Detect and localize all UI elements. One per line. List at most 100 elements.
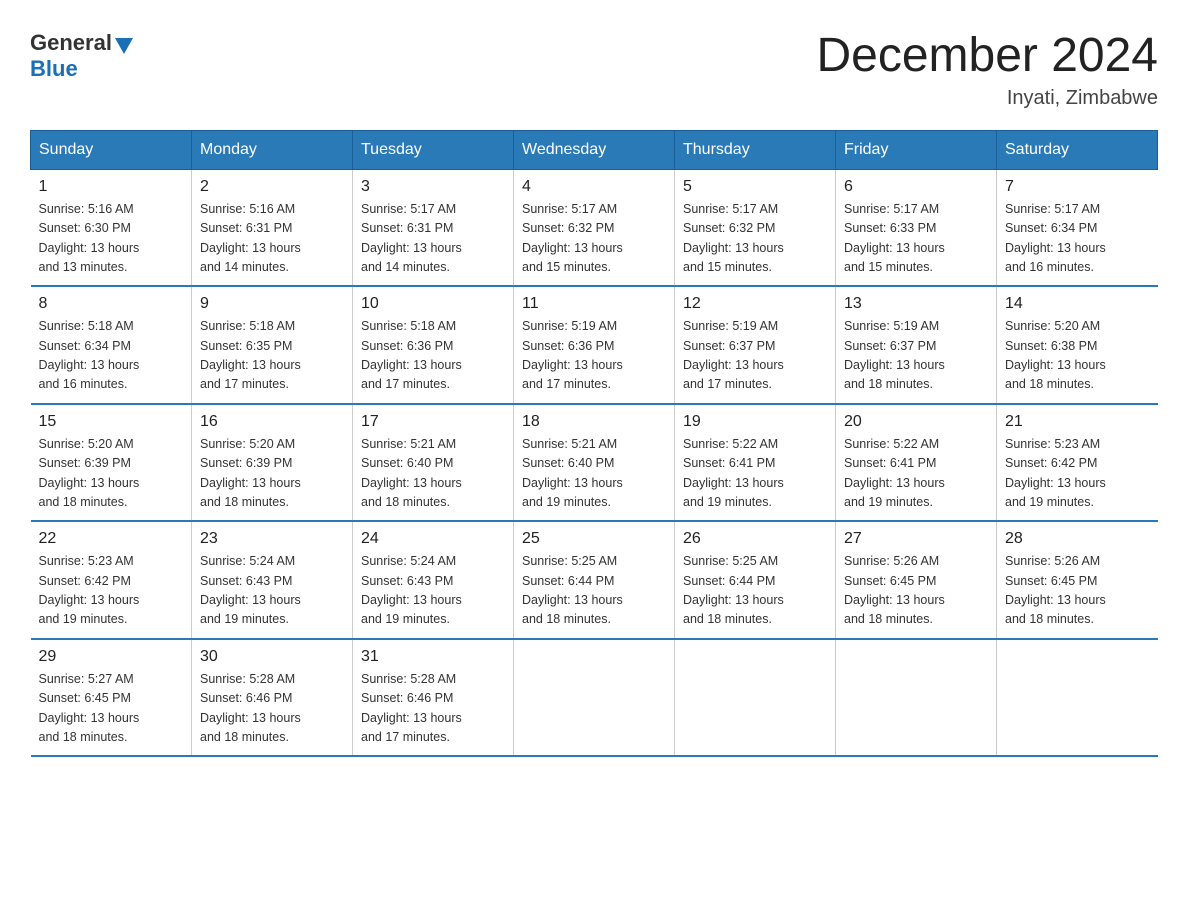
calendar-day-cell: 30 Sunrise: 5:28 AM Sunset: 6:46 PM Dayl… [192, 639, 353, 757]
day-number: 20 [844, 413, 988, 431]
day-number: 19 [683, 413, 827, 431]
calendar-day-cell: 12 Sunrise: 5:19 AM Sunset: 6:37 PM Dayl… [675, 286, 836, 404]
day-info: Sunrise: 5:20 AM Sunset: 6:39 PM Dayligh… [39, 435, 184, 513]
month-title: December 2024 [816, 30, 1158, 83]
calendar-day-cell: 4 Sunrise: 5:17 AM Sunset: 6:32 PM Dayli… [514, 169, 675, 286]
day-number: 11 [522, 295, 666, 313]
calendar-day-cell: 27 Sunrise: 5:26 AM Sunset: 6:45 PM Dayl… [836, 521, 997, 639]
calendar-day-cell: 31 Sunrise: 5:28 AM Sunset: 6:46 PM Dayl… [353, 639, 514, 757]
calendar-day-cell: 1 Sunrise: 5:16 AM Sunset: 6:30 PM Dayli… [31, 169, 192, 286]
day-info: Sunrise: 5:26 AM Sunset: 6:45 PM Dayligh… [844, 552, 988, 630]
calendar-body: 1 Sunrise: 5:16 AM Sunset: 6:30 PM Dayli… [31, 169, 1158, 756]
day-info: Sunrise: 5:19 AM Sunset: 6:37 PM Dayligh… [683, 317, 827, 395]
day-number: 3 [361, 178, 505, 196]
day-info: Sunrise: 5:16 AM Sunset: 6:31 PM Dayligh… [200, 200, 344, 278]
calendar-day-cell: 10 Sunrise: 5:18 AM Sunset: 6:36 PM Dayl… [353, 286, 514, 404]
calendar-day-cell: 2 Sunrise: 5:16 AM Sunset: 6:31 PM Dayli… [192, 169, 353, 286]
calendar-week-row: 1 Sunrise: 5:16 AM Sunset: 6:30 PM Dayli… [31, 169, 1158, 286]
day-info: Sunrise: 5:26 AM Sunset: 6:45 PM Dayligh… [1005, 552, 1150, 630]
day-number: 31 [361, 648, 505, 666]
calendar-day-cell: 16 Sunrise: 5:20 AM Sunset: 6:39 PM Dayl… [192, 404, 353, 522]
day-info: Sunrise: 5:22 AM Sunset: 6:41 PM Dayligh… [844, 435, 988, 513]
calendar-day-cell: 17 Sunrise: 5:21 AM Sunset: 6:40 PM Dayl… [353, 404, 514, 522]
day-info: Sunrise: 5:28 AM Sunset: 6:46 PM Dayligh… [361, 670, 505, 748]
day-info: Sunrise: 5:19 AM Sunset: 6:37 PM Dayligh… [844, 317, 988, 395]
day-number: 27 [844, 530, 988, 548]
day-info: Sunrise: 5:21 AM Sunset: 6:40 PM Dayligh… [522, 435, 666, 513]
day-info: Sunrise: 5:28 AM Sunset: 6:46 PM Dayligh… [200, 670, 344, 748]
calendar-day-cell [836, 639, 997, 757]
calendar-day-cell: 20 Sunrise: 5:22 AM Sunset: 6:41 PM Dayl… [836, 404, 997, 522]
day-info: Sunrise: 5:23 AM Sunset: 6:42 PM Dayligh… [39, 552, 184, 630]
calendar-table: Sunday Monday Tuesday Wednesday Thursday… [30, 130, 1158, 758]
header-thursday: Thursday [675, 130, 836, 169]
calendar-day-cell: 13 Sunrise: 5:19 AM Sunset: 6:37 PM Dayl… [836, 286, 997, 404]
header-sunday: Sunday [31, 130, 192, 169]
calendar-day-cell: 6 Sunrise: 5:17 AM Sunset: 6:33 PM Dayli… [836, 169, 997, 286]
day-info: Sunrise: 5:25 AM Sunset: 6:44 PM Dayligh… [522, 552, 666, 630]
day-info: Sunrise: 5:17 AM Sunset: 6:34 PM Dayligh… [1005, 200, 1150, 278]
calendar-day-cell [675, 639, 836, 757]
calendar-day-cell: 11 Sunrise: 5:19 AM Sunset: 6:36 PM Dayl… [514, 286, 675, 404]
day-number: 25 [522, 530, 666, 548]
day-number: 30 [200, 648, 344, 666]
logo: General Blue [30, 30, 133, 82]
day-number: 7 [1005, 178, 1150, 196]
calendar-day-cell: 22 Sunrise: 5:23 AM Sunset: 6:42 PM Dayl… [31, 521, 192, 639]
header-wednesday: Wednesday [514, 130, 675, 169]
day-number: 8 [39, 295, 184, 313]
day-info: Sunrise: 5:17 AM Sunset: 6:33 PM Dayligh… [844, 200, 988, 278]
day-number: 24 [361, 530, 505, 548]
day-info: Sunrise: 5:17 AM Sunset: 6:32 PM Dayligh… [683, 200, 827, 278]
day-number: 22 [39, 530, 184, 548]
day-number: 4 [522, 178, 666, 196]
day-info: Sunrise: 5:21 AM Sunset: 6:40 PM Dayligh… [361, 435, 505, 513]
day-number: 29 [39, 648, 184, 666]
logo-blue-text: Blue [30, 56, 78, 81]
calendar-day-cell: 15 Sunrise: 5:20 AM Sunset: 6:39 PM Dayl… [31, 404, 192, 522]
calendar-day-cell: 21 Sunrise: 5:23 AM Sunset: 6:42 PM Dayl… [997, 404, 1158, 522]
calendar-day-cell: 26 Sunrise: 5:25 AM Sunset: 6:44 PM Dayl… [675, 521, 836, 639]
calendar-day-cell: 23 Sunrise: 5:24 AM Sunset: 6:43 PM Dayl… [192, 521, 353, 639]
day-number: 13 [844, 295, 988, 313]
calendar-day-cell: 14 Sunrise: 5:20 AM Sunset: 6:38 PM Dayl… [997, 286, 1158, 404]
day-info: Sunrise: 5:17 AM Sunset: 6:31 PM Dayligh… [361, 200, 505, 278]
day-number: 17 [361, 413, 505, 431]
calendar-day-cell: 19 Sunrise: 5:22 AM Sunset: 6:41 PM Dayl… [675, 404, 836, 522]
day-info: Sunrise: 5:16 AM Sunset: 6:30 PM Dayligh… [39, 200, 184, 278]
day-info: Sunrise: 5:27 AM Sunset: 6:45 PM Dayligh… [39, 670, 184, 748]
logo-general-text: General [30, 30, 112, 56]
day-info: Sunrise: 5:19 AM Sunset: 6:36 PM Dayligh… [522, 317, 666, 395]
day-info: Sunrise: 5:23 AM Sunset: 6:42 PM Dayligh… [1005, 435, 1150, 513]
day-info: Sunrise: 5:25 AM Sunset: 6:44 PM Dayligh… [683, 552, 827, 630]
calendar-day-cell: 9 Sunrise: 5:18 AM Sunset: 6:35 PM Dayli… [192, 286, 353, 404]
day-number: 5 [683, 178, 827, 196]
calendar-day-cell: 5 Sunrise: 5:17 AM Sunset: 6:32 PM Dayli… [675, 169, 836, 286]
day-number: 6 [844, 178, 988, 196]
calendar-day-cell: 18 Sunrise: 5:21 AM Sunset: 6:40 PM Dayl… [514, 404, 675, 522]
day-number: 23 [200, 530, 344, 548]
day-number: 9 [200, 295, 344, 313]
day-number: 28 [1005, 530, 1150, 548]
calendar-day-cell: 8 Sunrise: 5:18 AM Sunset: 6:34 PM Dayli… [31, 286, 192, 404]
day-info: Sunrise: 5:22 AM Sunset: 6:41 PM Dayligh… [683, 435, 827, 513]
calendar-day-cell: 29 Sunrise: 5:27 AM Sunset: 6:45 PM Dayl… [31, 639, 192, 757]
calendar-week-row: 8 Sunrise: 5:18 AM Sunset: 6:34 PM Dayli… [31, 286, 1158, 404]
header-saturday: Saturday [997, 130, 1158, 169]
day-number: 14 [1005, 295, 1150, 313]
day-number: 12 [683, 295, 827, 313]
day-info: Sunrise: 5:24 AM Sunset: 6:43 PM Dayligh… [361, 552, 505, 630]
header-tuesday: Tuesday [353, 130, 514, 169]
day-number: 1 [39, 178, 184, 196]
calendar-header: Sunday Monday Tuesday Wednesday Thursday… [31, 130, 1158, 169]
day-number: 10 [361, 295, 505, 313]
day-info: Sunrise: 5:24 AM Sunset: 6:43 PM Dayligh… [200, 552, 344, 630]
day-number: 26 [683, 530, 827, 548]
calendar-day-cell [514, 639, 675, 757]
header-monday: Monday [192, 130, 353, 169]
page-header: General Blue December 2024 Inyati, Zimba… [30, 30, 1158, 110]
day-info: Sunrise: 5:17 AM Sunset: 6:32 PM Dayligh… [522, 200, 666, 278]
day-info: Sunrise: 5:18 AM Sunset: 6:35 PM Dayligh… [200, 317, 344, 395]
day-number: 2 [200, 178, 344, 196]
header-friday: Friday [836, 130, 997, 169]
